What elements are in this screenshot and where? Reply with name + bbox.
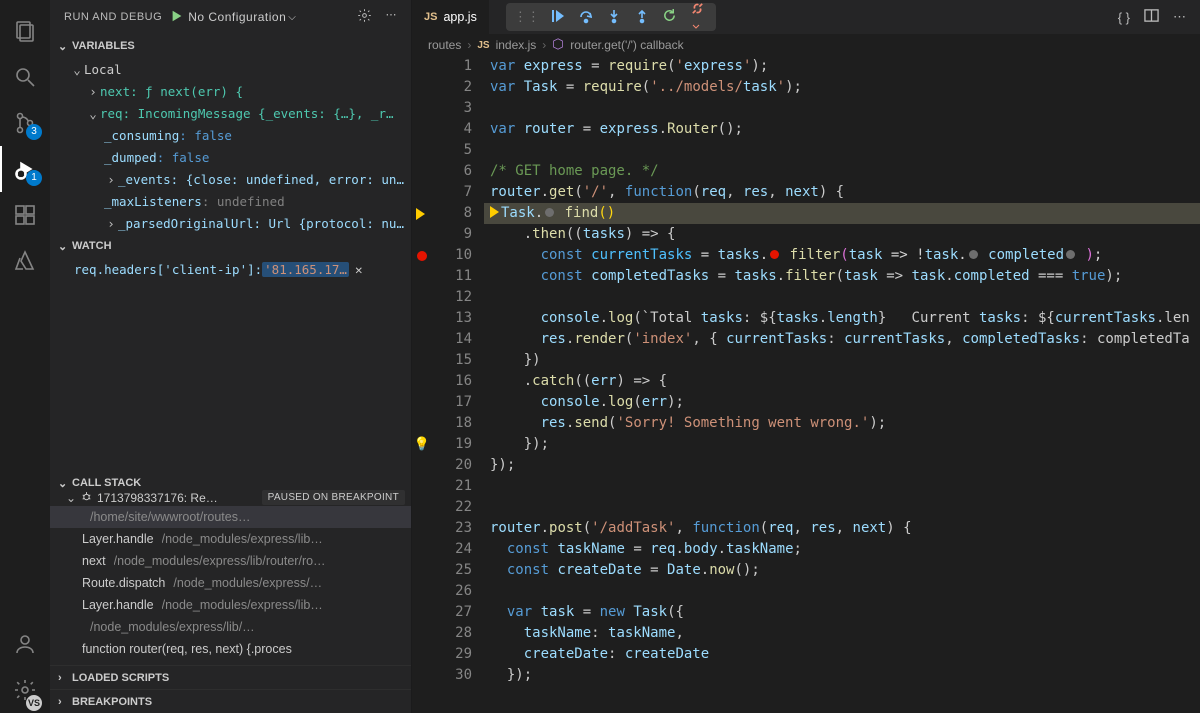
step-over-button[interactable] (576, 8, 596, 27)
activity-bar: 3 1 VS (0, 0, 50, 713)
chevron-right-icon: › (58, 696, 72, 708)
stack-frame[interactable]: Layer.handle/node_modules/express/lib… (50, 594, 411, 616)
grip-icon[interactable]: ⋮⋮ (514, 9, 540, 25)
watch-section-header[interactable]: ⌄ WATCH (50, 234, 411, 258)
loaded-scripts-header[interactable]: › LOADED SCRIPTS (50, 665, 411, 689)
stack-frame[interactable]: Route.dispatch/node_modules/express/… (50, 572, 411, 594)
explorer-icon[interactable] (0, 8, 50, 54)
variables-section-header[interactable]: ⌄ VARIABLES (50, 34, 411, 58)
stack-frame[interactable]: /node_modules/express/lib/… (50, 616, 411, 638)
restart-button[interactable] (660, 8, 680, 26)
breakpoint-icon[interactable] (417, 251, 427, 261)
method-icon (552, 38, 564, 53)
code-area[interactable]: 💡 12345678910111213141516171819202122232… (412, 56, 1200, 713)
scm-icon[interactable]: 3 (0, 100, 50, 146)
chevron-down-icon: ⌄ (58, 40, 72, 53)
var-req[interactable]: ⌄req: IncomingMessage {_events: {…}, _r… (50, 102, 411, 124)
watch-expression[interactable]: req.headers['client-ip']: '81.165.17… ✕ (50, 258, 411, 280)
remove-watch-button[interactable]: ✕ (355, 262, 363, 277)
var-maxlisteners[interactable]: _maxListeners: undefined (50, 190, 411, 212)
thread-status: PAUSED ON BREAKPOINT (262, 490, 405, 505)
extensions-icon[interactable] (0, 192, 50, 238)
ellipsis-icon[interactable]: ⋯ (1173, 9, 1186, 25)
watch-body: req.headers['client-ip']: '81.165.17… ✕ (50, 258, 411, 288)
step-into-button[interactable] (604, 8, 624, 27)
sidebar-header: RUN AND DEBUG No Configuration⌵ ⋯ (50, 0, 411, 34)
chevron-right-icon: › (58, 672, 72, 684)
split-editor-icon[interactable] (1144, 8, 1159, 26)
tab-appjs[interactable]: JS app.js (412, 0, 490, 34)
chevron-down-icon: ⌄ (58, 240, 72, 253)
js-file-icon: JS (424, 11, 437, 23)
settings-icon[interactable]: VS (0, 667, 50, 713)
azure-icon[interactable] (0, 238, 50, 284)
breakpoints-header[interactable]: › BREAKPOINTS (50, 689, 411, 713)
sidebar-title: RUN AND DEBUG (64, 11, 162, 23)
execution-pointer-icon (416, 208, 428, 220)
stack-frame[interactable]: next/node_modules/express/lib/router/ro… (50, 550, 411, 572)
debug-config-select[interactable]: No Configuration⌵ (188, 10, 356, 24)
chevron-down-icon: ⌵ (288, 12, 296, 23)
continue-button[interactable] (548, 8, 568, 27)
var-dumped[interactable]: _dumped: false (50, 146, 411, 168)
var-consuming[interactable]: _consuming: false (50, 124, 411, 146)
vs-badge: VS (26, 695, 42, 711)
stack-frame[interactable]: /home/site/wwwroot/routes… (50, 506, 411, 528)
stack-frame[interactable]: function router(req, res, next) {.proces (50, 638, 411, 660)
debug-toolbar[interactable]: ⋮⋮ (506, 3, 716, 31)
var-next[interactable]: ›next: ƒ next(err) { (50, 80, 411, 102)
scm-badge: 3 (26, 124, 42, 140)
callstack-section-header[interactable]: ⌄ CALL STACK (50, 477, 411, 490)
search-icon[interactable] (0, 54, 50, 100)
editor: JS app.js ⋮⋮ { (412, 0, 1200, 713)
debug-sidebar: RUN AND DEBUG No Configuration⌵ ⋯ ⌄ VARI… (50, 0, 412, 713)
debug-icon[interactable]: 1 (0, 146, 50, 192)
var-parsedurl[interactable]: ›_parsedOriginalUrl: Url {protocol: nu… (50, 212, 411, 234)
thread-row[interactable]: ⌄ 1713798337176: Re… PAUSED ON BREAKPOIN… (50, 490, 411, 506)
braces-icon[interactable]: { } (1118, 10, 1130, 25)
lightbulb-icon[interactable]: 💡 (414, 437, 430, 452)
step-out-button[interactable] (632, 8, 652, 27)
chevron-down-icon: ⌄ (58, 477, 72, 490)
ellipsis-icon[interactable]: ⋯ (386, 8, 398, 26)
variables-body: ⌄Local ›next: ƒ next(err) { ⌄req: Incomi… (50, 58, 411, 234)
debug-badge: 1 (26, 170, 42, 186)
breadcrumb[interactable]: routes › JS index.js › router.get('/') c… (412, 34, 1200, 56)
scope-local[interactable]: ⌄Local (50, 58, 411, 80)
var-events[interactable]: ›_events: {close: undefined, error: un… (50, 168, 411, 190)
editor-tabs: JS app.js ⋮⋮ { (412, 0, 1200, 34)
account-icon[interactable] (0, 621, 50, 667)
disconnect-button[interactable] (688, 1, 708, 34)
start-debug-button[interactable] (170, 9, 184, 26)
js-file-icon: JS (477, 40, 489, 51)
stack-frame[interactable]: Layer.handle/node_modules/express/lib… (50, 528, 411, 550)
gear-icon[interactable] (357, 8, 372, 26)
